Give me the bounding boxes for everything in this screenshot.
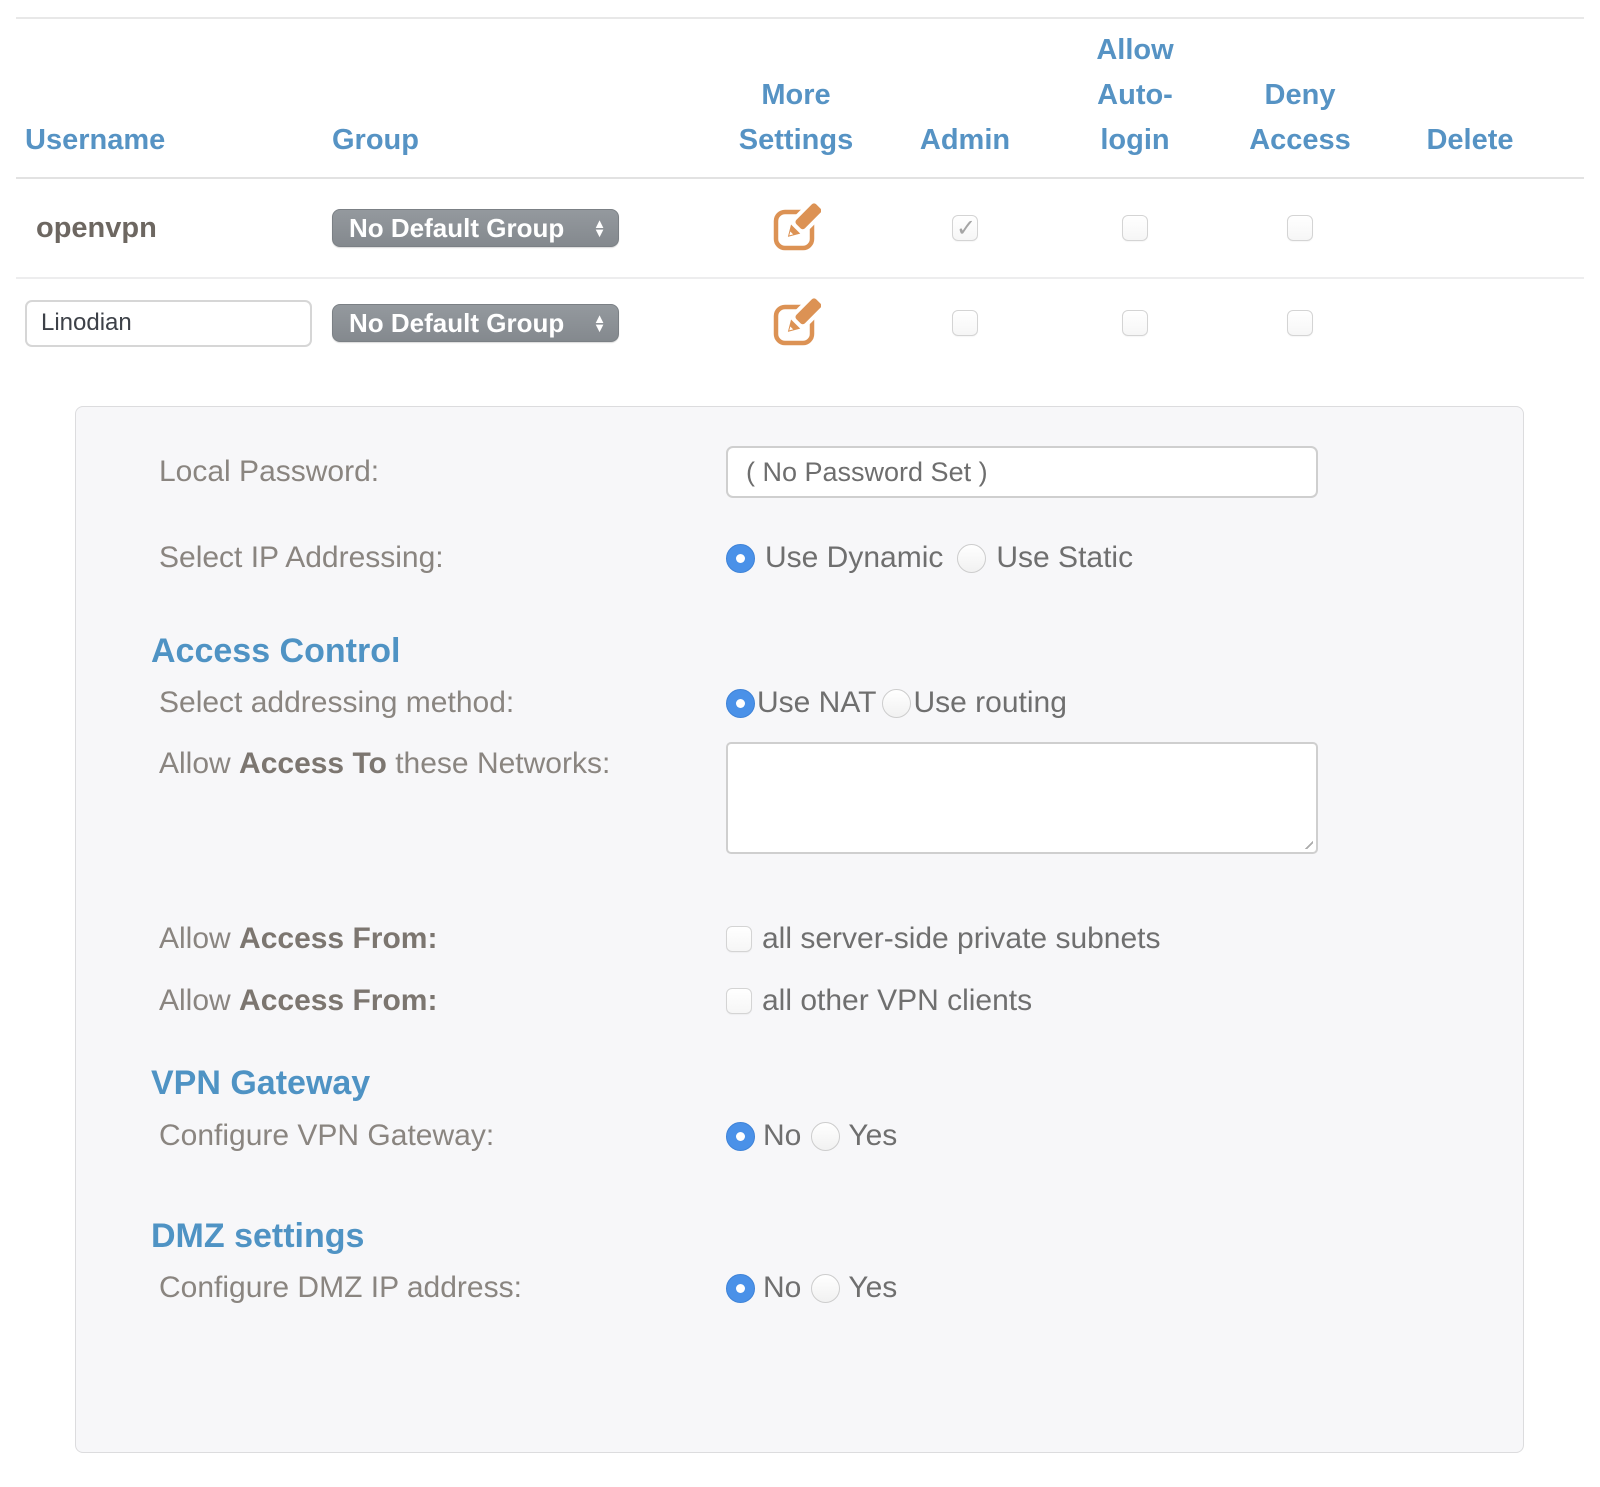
radio-label-use-dynamic: Use Dynamic	[765, 541, 943, 575]
chevron-updown-icon: ▲▼	[593, 219, 606, 237]
radio-label-dmz-no: No	[763, 1271, 801, 1305]
ip-addressing-label: Select IP Addressing:	[76, 542, 726, 574]
chevron-updown-icon: ▲▼	[593, 314, 606, 332]
radio-use-static[interactable]	[957, 544, 986, 573]
col-header-group: Group	[332, 118, 722, 177]
table-row-linodian: No Default Group ▲▼	[0, 287, 1550, 359]
configure-dmz-label: Configure DMZ IP address:	[76, 1272, 726, 1304]
radio-label-use-routing: Use routing	[913, 686, 1066, 720]
access-control-heading: Access Control	[151, 632, 1523, 671]
col-header-deny-access: Deny Access	[1210, 73, 1390, 177]
admin-checkbox-linodian[interactable]	[952, 310, 978, 336]
col-header-more-settings: More Settings	[722, 73, 870, 177]
addressing-method-label: Select addressing method:	[76, 687, 726, 719]
group-select-linodian[interactable]: No Default Group ▲▼	[332, 304, 619, 342]
autologin-checkbox-linodian[interactable]	[1122, 310, 1148, 336]
user-settings-panel: Local Password: Select IP Addressing: Us…	[75, 406, 1524, 1453]
radio-use-nat[interactable]	[726, 689, 755, 718]
group-select-openvpn[interactable]: No Default Group ▲▼	[332, 209, 619, 247]
group-select-value: No Default Group	[349, 308, 564, 339]
username-openvpn: openvpn	[25, 212, 157, 245]
configure-vpn-gateway-label: Configure VPN Gateway:	[76, 1120, 726, 1152]
access-to-networks-label: Allow Access To these Networks:	[76, 742, 726, 780]
radio-label-vpn-gateway-no: No	[763, 1119, 801, 1153]
radio-dmz-yes[interactable]	[811, 1274, 840, 1303]
col-header-admin: Admin	[870, 118, 1060, 177]
radio-use-routing[interactable]	[882, 689, 911, 718]
radio-label-vpn-gateway-yes: Yes	[848, 1119, 897, 1153]
col-header-allow-autologin: Allow Auto- login	[1060, 28, 1210, 177]
username-input[interactable]	[25, 300, 312, 347]
radio-label-use-static: Use Static	[996, 541, 1133, 575]
deny-access-checkbox-openvpn[interactable]	[1287, 215, 1313, 241]
admin-checkbox-openvpn[interactable]	[952, 215, 978, 241]
autologin-checkbox-openvpn[interactable]	[1122, 215, 1148, 241]
local-password-label: Local Password:	[76, 456, 726, 488]
group-select-value: No Default Group	[349, 213, 564, 244]
user-table-header: Username Group More Settings Admin Allow…	[16, 19, 1584, 179]
access-from-subnets-option: all server-side private subnets	[762, 922, 1161, 956]
access-from-subnets-checkbox[interactable]	[726, 926, 752, 952]
access-from-subnets-label: Allow Access From:	[76, 923, 726, 955]
radio-label-use-nat: Use NAT	[757, 686, 876, 720]
radio-vpn-gateway-yes[interactable]	[811, 1122, 840, 1151]
radio-use-dynamic[interactable]	[726, 544, 755, 573]
vpn-gateway-heading: VPN Gateway	[151, 1064, 1523, 1103]
table-row-openvpn: openvpn No Default Group ▲▼	[16, 179, 1584, 279]
col-header-username: Username	[25, 118, 332, 177]
local-password-input[interactable]	[726, 446, 1318, 498]
access-from-clients-checkbox[interactable]	[726, 988, 752, 1014]
col-header-delete: Delete	[1390, 118, 1550, 177]
radio-label-dmz-yes: Yes	[848, 1271, 897, 1305]
access-from-clients-label: Allow Access From:	[76, 985, 726, 1017]
access-to-networks-textarea[interactable]	[726, 742, 1318, 854]
access-from-clients-option: all other VPN clients	[762, 984, 1032, 1018]
more-settings-edit-icon[interactable]	[771, 203, 821, 253]
dmz-settings-heading: DMZ settings	[151, 1217, 1523, 1256]
radio-vpn-gateway-no[interactable]	[726, 1122, 755, 1151]
more-settings-edit-icon[interactable]	[771, 298, 821, 348]
deny-access-checkbox-linodian[interactable]	[1287, 310, 1313, 336]
radio-dmz-no[interactable]	[726, 1274, 755, 1303]
